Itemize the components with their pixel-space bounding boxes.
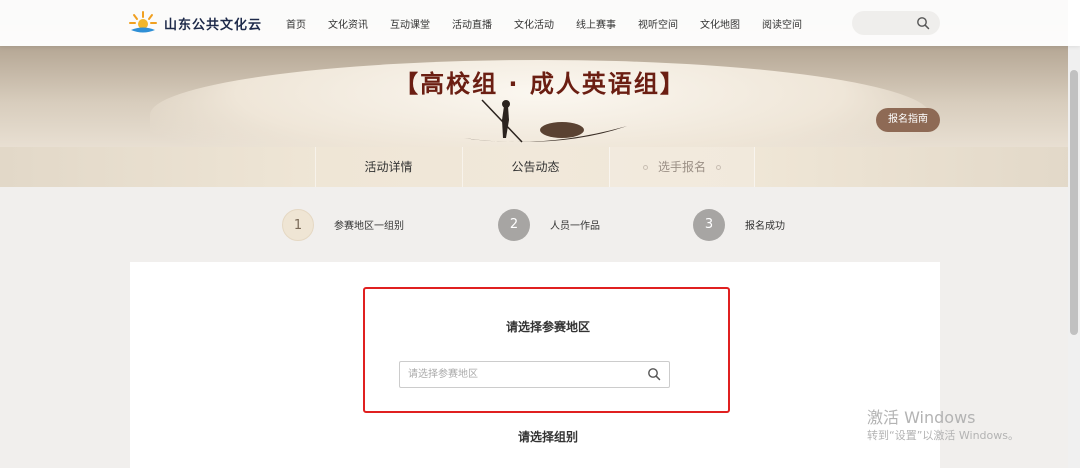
site-logo[interactable]: 山东公共文化云 — [128, 10, 262, 36]
nav-item-home[interactable]: 首页 — [286, 16, 306, 31]
nav-item-culture-events[interactable]: 文化活动 — [514, 16, 554, 31]
nav-item-interactive-class[interactable]: 互动课堂 — [390, 16, 430, 31]
nav-item-reading-space[interactable]: 阅读空间 — [762, 16, 802, 31]
tab-announcements[interactable]: 公告动态 — [462, 147, 608, 187]
tab-activity-details[interactable]: 活动详情 — [315, 147, 461, 187]
region-section-title: 请选择参赛地区 — [505, 320, 590, 334]
region-search-input[interactable] — [400, 362, 630, 387]
sun-logo-icon — [129, 11, 157, 33]
step-2-label: 人员一作品 — [550, 221, 600, 232]
boat-illustration — [464, 99, 627, 143]
search-icon[interactable] — [916, 16, 930, 30]
step-3-circle: 3 — [693, 209, 725, 241]
windows-activation-title: 激活 Windows — [867, 408, 976, 427]
registration-guide-button[interactable]: 报名指南 — [876, 108, 940, 132]
tab-dot-right — [716, 165, 721, 170]
step-1-circle: 1 — [282, 209, 314, 241]
windows-activation-hint: 转到“设置”以激活 Windows。 — [867, 429, 1019, 442]
top-navigation-bar: 山东公共文化云 首页 文化资讯 互动课堂 活动直播 文化活动 线上赛事 视听空间… — [0, 0, 1080, 46]
search-icon[interactable] — [647, 367, 661, 381]
tab-dot-left — [642, 165, 648, 170]
region-select-field[interactable] — [399, 361, 670, 388]
region-section-highlight — [363, 287, 730, 413]
nav-item-culture-map[interactable]: 文化地图 — [700, 16, 740, 31]
nav-item-culture-news[interactable]: 文化资讯 — [328, 16, 368, 31]
header-search — [852, 11, 940, 36]
nav-item-online-contests[interactable]: 线上赛事 — [576, 16, 616, 31]
group-section-title: 请选择组别 — [517, 430, 578, 444]
nav-item-audio-visual[interactable]: 视听空间 — [638, 16, 678, 31]
page-scrollbar[interactable] — [1068, 0, 1080, 468]
step-2-circle: 2 — [498, 209, 530, 241]
main-nav: 首页 文化资讯 互动课堂 活动直播 文化活动 线上赛事 视听空间 文化地图 阅读… — [286, 0, 824, 46]
step-3-label: 报名成功 — [745, 221, 785, 232]
tab-contestant-registration[interactable]: 选手报名 — [609, 147, 755, 187]
activity-subtabs: 活动详情 公告动态 选手报名 — [0, 147, 1080, 187]
logo-text: 山东公共文化云 — [164, 17, 263, 33]
banner-title: 【高校组 · 成人英语组】 — [394, 70, 686, 98]
header-search-input[interactable] — [852, 11, 912, 36]
step-1-label: 参赛地区一组别 — [334, 221, 404, 232]
tab-label: 选手报名 — [657, 160, 706, 174]
nav-item-live[interactable]: 活动直播 — [452, 16, 492, 31]
scrollbar-thumb[interactable] — [1070, 70, 1078, 335]
